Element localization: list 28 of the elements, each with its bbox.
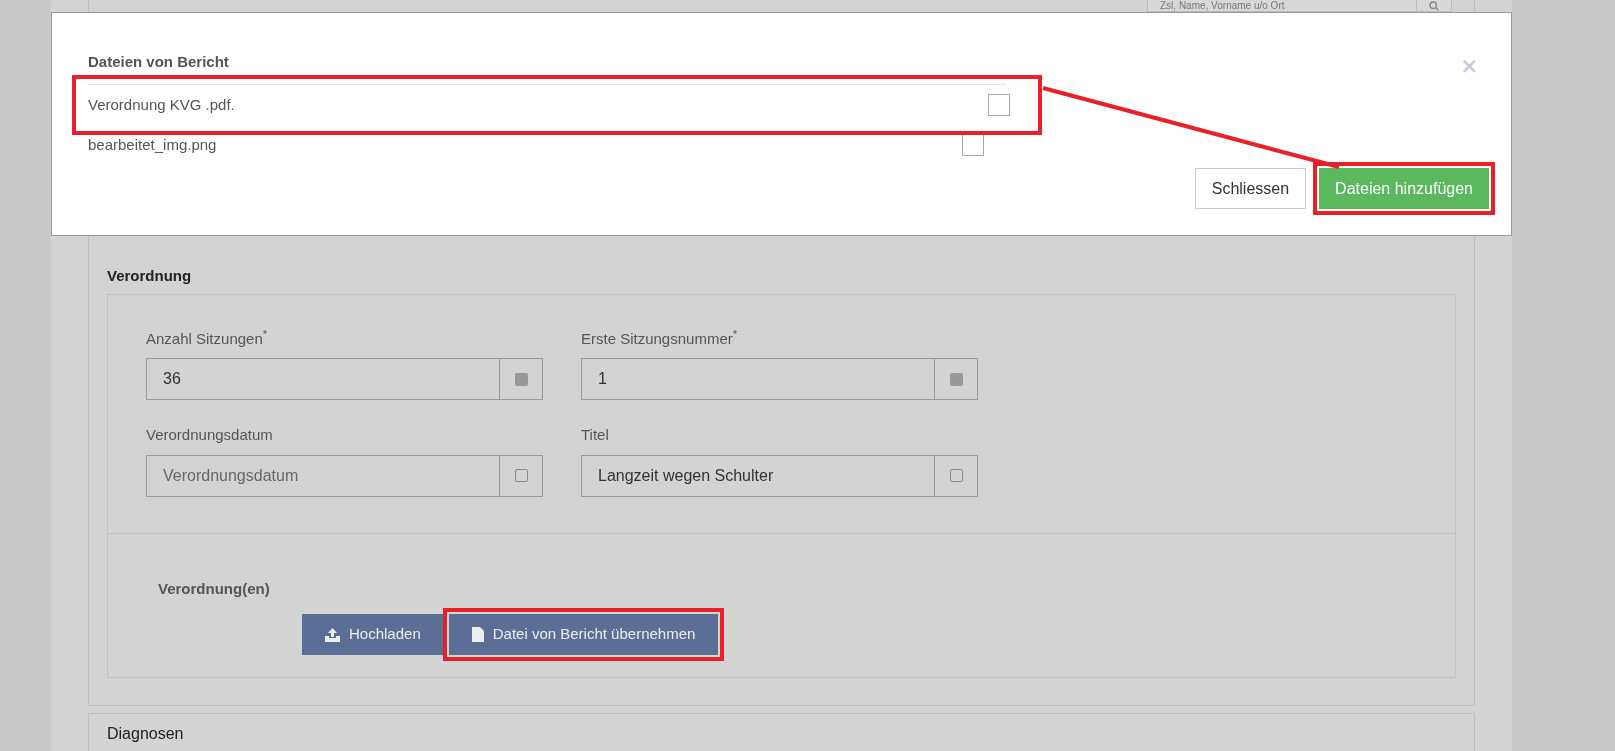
addon-button[interactable] xyxy=(935,358,978,400)
checkbox[interactable] xyxy=(988,94,1010,116)
search-field[interactable]: Zsl, Name, Vorname u/o Ort xyxy=(1147,0,1452,12)
file-name: Verordnung KVG .pdf. xyxy=(88,94,235,115)
field-label: Anzahl Sitzungen$^{*}$ xyxy=(146,327,269,349)
file-row[interactable]: Verordnung KVG .pdf. xyxy=(82,85,1032,125)
close-dialog-button[interactable]: Schliessen xyxy=(1194,168,1307,209)
addon-button[interactable] xyxy=(500,358,543,400)
input-field[interactable]: 1 xyxy=(581,358,935,400)
file-name: bearbeitet_img.png xyxy=(88,134,217,155)
section-title: Diagnosen xyxy=(107,725,184,742)
upload-button[interactable]: Hochladen xyxy=(302,614,444,655)
input-field[interactable]: 36 xyxy=(146,358,500,400)
field-label: Titel xyxy=(581,425,610,445)
checkbox[interactable] xyxy=(962,134,984,156)
upload-icon xyxy=(325,627,340,642)
field-label: Verordnungsdatum xyxy=(146,425,274,445)
input-field[interactable]: Langzeit wegen Schulter xyxy=(581,454,935,497)
section-title: Verordnung xyxy=(107,266,193,286)
search-icon xyxy=(1429,0,1439,11)
field-label: Erste Sitzungsnummer$^{*}$ xyxy=(581,327,739,349)
addon-button[interactable] xyxy=(935,454,978,497)
file-row[interactable]: bearbeitet_img.png xyxy=(88,125,1006,165)
dialog-title: Dateien von Bericht xyxy=(88,52,229,72)
input-field[interactable]: Verordnungsdatum xyxy=(146,454,500,497)
addon-button[interactable] xyxy=(500,454,543,497)
attachments-label: Verordnung(en) xyxy=(158,578,271,599)
document-icon xyxy=(471,627,484,642)
